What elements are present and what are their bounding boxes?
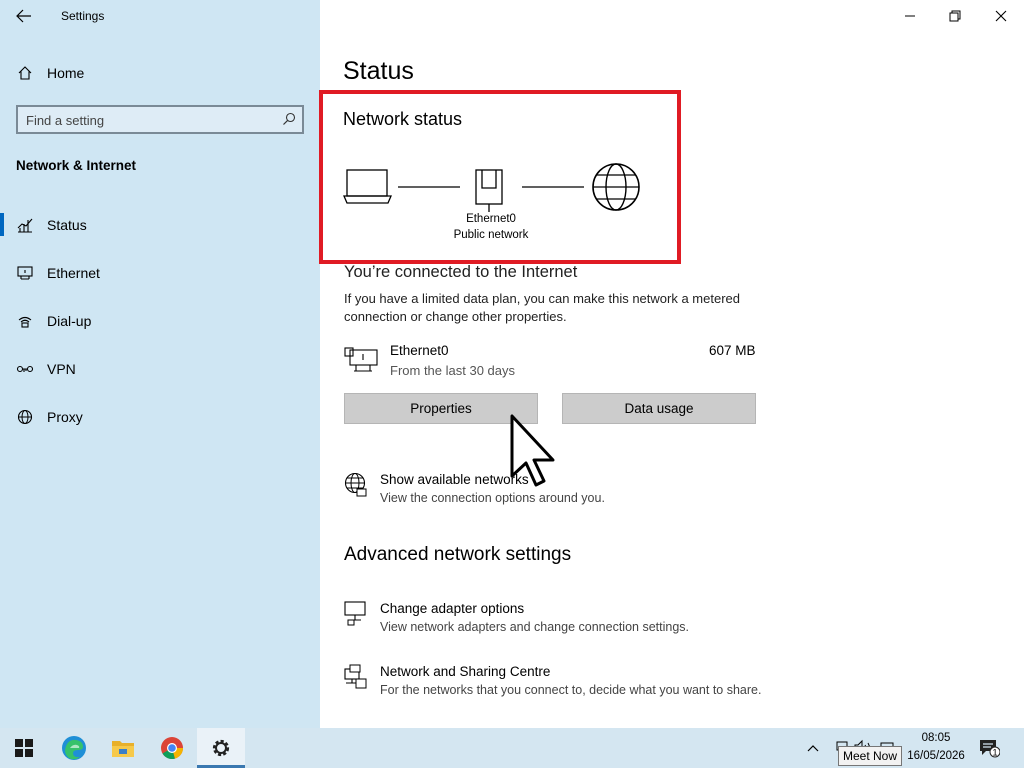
edge-icon — [62, 736, 86, 760]
start-button[interactable] — [0, 728, 48, 768]
folder-icon — [112, 741, 134, 757]
adapter-name: Ethernet0 — [390, 343, 449, 358]
sidebar-item-label: Ethernet — [47, 265, 100, 281]
home-icon — [16, 64, 34, 82]
close-button[interactable] — [978, 0, 1024, 32]
minimize-button[interactable] — [887, 0, 933, 32]
sidebar-item-label: Proxy — [47, 409, 83, 425]
mouse-pointer-icon — [510, 414, 555, 487]
sidebar-item-proxy[interactable]: Proxy — [0, 397, 320, 437]
edge-taskbar-button[interactable] — [50, 728, 98, 768]
search-input[interactable] — [26, 111, 276, 129]
page-title: Status — [343, 57, 414, 85]
close-icon — [995, 10, 1007, 22]
sidebar-item-vpn[interactable]: VPN — [0, 349, 320, 389]
network-status-heading: Network status — [343, 109, 463, 129]
link-title: Network and Sharing Centre — [380, 664, 551, 679]
link-title: Show available networks — [380, 472, 529, 487]
connection-description: If you have a limited data plan, you can… — [344, 291, 740, 324]
notification-count: 1 — [992, 748, 997, 758]
sidebar-item-ethernet[interactable]: Ethernet — [0, 253, 320, 293]
chrome-icon — [161, 737, 184, 760]
chrome-taskbar-button[interactable] — [148, 728, 196, 768]
sidebar-item-label: Status — [47, 217, 87, 233]
data-usage-button[interactable]: Data usage — [562, 393, 756, 424]
monitor-network-icon — [344, 601, 366, 626]
sidebar: Settings Home Network & Internet Status … — [0, 0, 320, 728]
sidebar-item-label: VPN — [47, 361, 76, 377]
dialup-icon — [16, 312, 34, 330]
ethernet-adapter-icon — [344, 347, 378, 372]
properties-button[interactable]: Properties — [344, 393, 538, 424]
data-usage-amount: 607 MB — [709, 343, 756, 358]
sharing-centre-icon — [344, 664, 367, 689]
diagram-adapter-name: Ethernet0 — [466, 213, 516, 225]
meet-now-tooltip: Meet Now — [838, 746, 903, 766]
clock-time[interactable]: 08:05 — [906, 732, 966, 744]
connection-heading: You’re connected to the Internet — [344, 263, 578, 281]
back-arrow-icon — [16, 9, 31, 23]
app-title: Settings — [61, 9, 105, 23]
search-box[interactable] — [16, 105, 304, 134]
diagram-network-profile: Public network — [453, 229, 529, 241]
sidebar-item-status[interactable]: Status — [0, 205, 320, 245]
vpn-icon — [16, 360, 34, 378]
sidebar-item-home[interactable]: Home — [0, 53, 320, 93]
link-description: View network adapters and change connect… — [380, 620, 689, 634]
advanced-settings-heading: Advanced network settings — [344, 544, 572, 565]
ethernet-port-icon — [475, 169, 503, 212]
windows-logo-icon — [15, 739, 33, 757]
sidebar-item-dialup[interactable]: Dial-up — [0, 301, 320, 341]
chevron-up-icon[interactable] — [806, 738, 820, 763]
settings-taskbar-button[interactable] — [197, 728, 245, 768]
link-description: View the connection options around you. — [380, 491, 605, 505]
search-icon[interactable] — [282, 112, 296, 131]
restore-button[interactable] — [932, 0, 978, 32]
network-diagram — [343, 163, 640, 212]
laptop-icon — [343, 169, 392, 204]
section-title: Network & Internet — [16, 158, 137, 173]
minimize-icon — [905, 15, 915, 17]
notification-center-icon[interactable]: 1 — [978, 738, 1001, 763]
back-button[interactable] — [12, 4, 36, 28]
gear-icon — [212, 739, 230, 757]
file-explorer-taskbar-button[interactable] — [99, 728, 147, 768]
usage-period: From the last 30 days — [390, 363, 515, 378]
globe-network-icon — [344, 472, 367, 497]
status-icon — [16, 216, 34, 234]
restore-icon — [949, 10, 961, 22]
link-title: Change adapter options — [380, 601, 525, 616]
proxy-icon — [16, 408, 34, 426]
clock-date[interactable]: 16/05/2026 — [906, 750, 966, 762]
sidebar-item-label: Dial-up — [47, 313, 92, 329]
link-description: For the networks that you connect to, de… — [380, 683, 762, 697]
globe-icon — [592, 163, 640, 211]
ethernet-icon — [16, 264, 34, 282]
sidebar-item-label: Home — [47, 65, 85, 81]
